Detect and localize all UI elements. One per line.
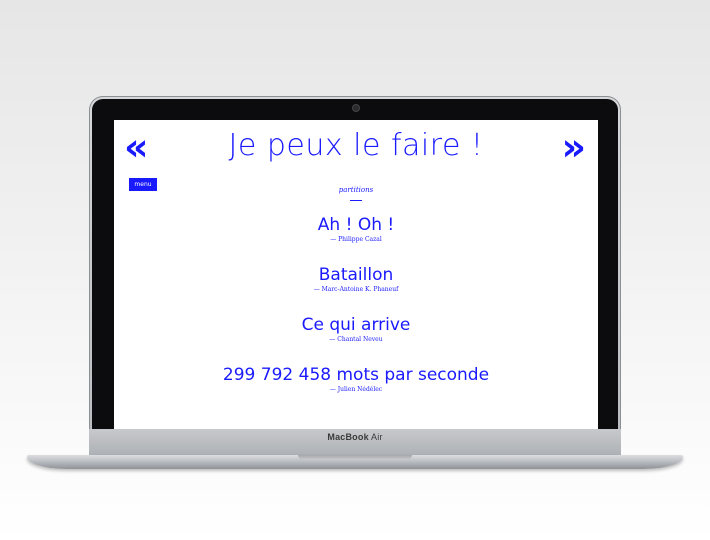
work-title-link[interactable]: 299 792 458 mots par seconde: [114, 365, 598, 385]
page-title: Je peux le faire !: [228, 128, 484, 163]
list-item: Ah ! Oh ! — Philippe Cazal: [114, 215, 598, 245]
work-title-link[interactable]: Ah ! Oh !: [114, 215, 598, 235]
brand-light: Air: [371, 432, 383, 442]
list-item: Ce qui arrive — Chantal Neveu: [114, 315, 598, 345]
section-heading: partitions: [338, 186, 374, 194]
next-arrow-button[interactable]: »: [561, 128, 586, 166]
divider: [350, 200, 362, 201]
work-author: — Marc-Antoine K. Phaneuf: [313, 286, 399, 293]
website-screen: « Je peux le faire ! » menu partitions A…: [114, 120, 598, 429]
work-author: — Philippe Cazal: [330, 236, 382, 243]
work-title-link[interactable]: Ce qui arrive: [114, 315, 598, 335]
laptop-notch: [298, 455, 412, 460]
list-item: 299 792 458 mots par seconde — Julien Né…: [114, 365, 598, 395]
device-brand-label: MacBook Air: [0, 432, 710, 442]
brand-bold: MacBook: [327, 432, 369, 442]
work-title-link[interactable]: Bataillon: [114, 265, 598, 285]
work-author: — Chantal Neveu: [329, 336, 383, 343]
work-author: — Julien Nédélec: [329, 386, 383, 393]
list-item: Bataillon — Marc-Antoine K. Phaneuf: [114, 265, 598, 295]
camera-icon: [353, 105, 359, 111]
